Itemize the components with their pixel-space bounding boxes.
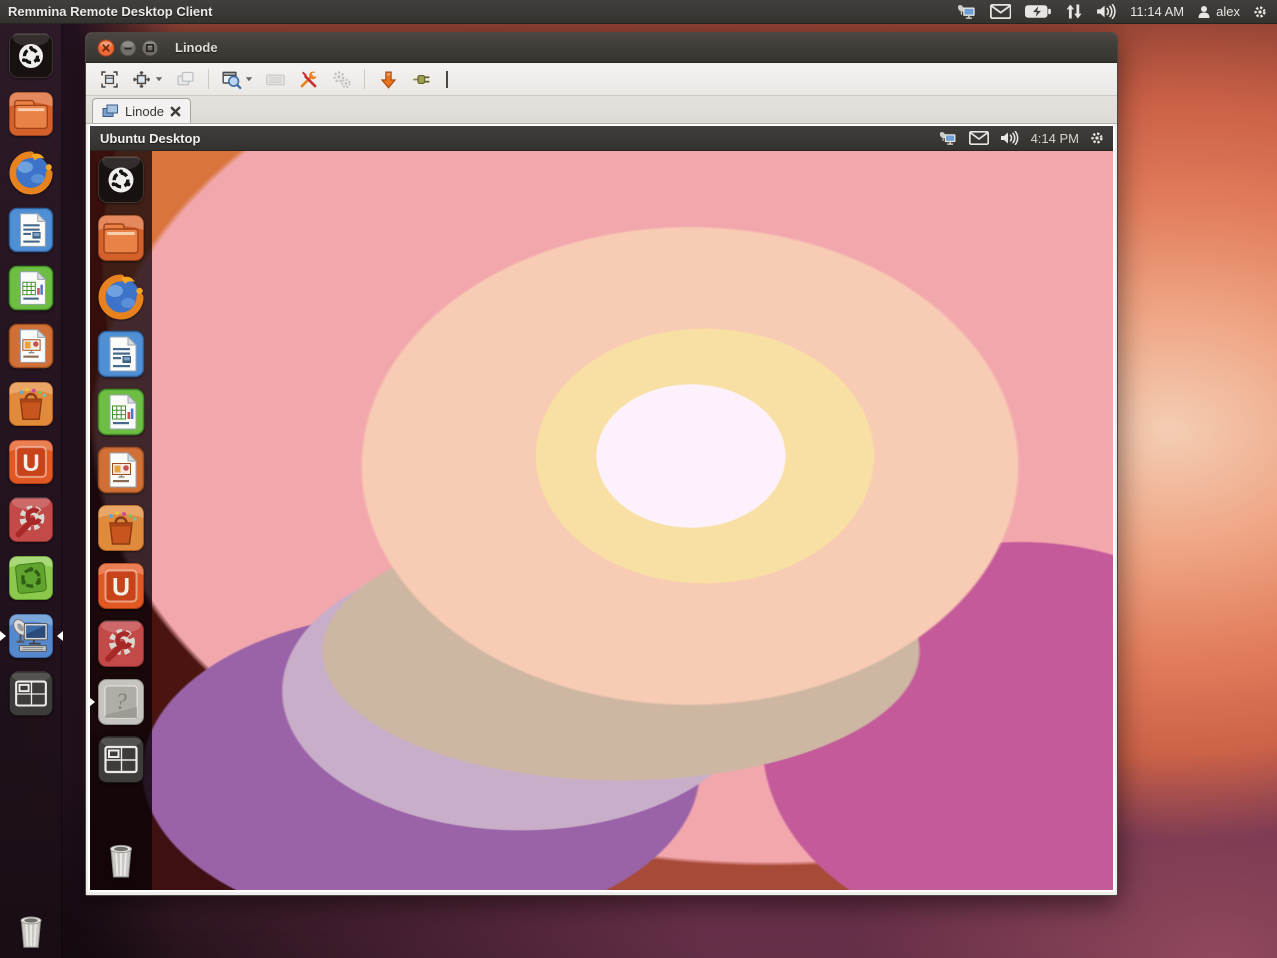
toolbar-preferences-button[interactable] [326,66,356,93]
toolbar-grab-keyboard-button[interactable] [260,66,290,93]
launcher-item-ubuntu-one[interactable]: U [97,562,145,610]
mail-icon[interactable] [990,4,1011,19]
launcher-item-libreoffice-writer[interactable] [97,330,145,378]
remmina-window: Linode Linode Ubuntu Desktop 4:14 PM U? [85,32,1118,896]
remote-launcher-list: U? [90,151,152,784]
mail-icon[interactable] [969,131,989,145]
launcher-item-ubuntu-dash[interactable] [97,156,145,204]
remmina-indicator-icon[interactable] [939,131,957,145]
volume-icon[interactable] [1000,131,1020,145]
toolbar-fullscreen-button[interactable] [94,66,124,93]
disconnect-icon [411,69,432,90]
launcher-item-workspace-switcher[interactable] [97,736,145,784]
tab-close-icon[interactable] [170,106,181,117]
launcher-item-system-settings[interactable] [8,497,54,543]
toolbar-scaled-mode-button[interactable] [217,66,257,93]
host-clock-indicator[interactable]: 11:14 AM [1130,4,1184,19]
remote-tray [939,131,1019,145]
tab-label: Linode [125,104,164,119]
preferences-icon [331,69,352,90]
launcher-item-ubuntu-one[interactable]: U [8,439,54,485]
scaled-mode-icon [221,69,242,90]
host-launcher-list: U [0,24,61,717]
session-menu-icon[interactable] [1253,5,1267,19]
launcher-item-remmina[interactable] [8,613,54,659]
remote-clock-indicator[interactable]: 4:14 PM [1031,131,1079,146]
svg-text:U: U [112,574,130,602]
host-indicator-area: 11:14 AM alex [957,0,1277,23]
window-titlebar[interactable]: Linode [86,33,1117,63]
toolbar-minimize-to-tray-button[interactable] [373,66,403,93]
remote-panel-title: Ubuntu Desktop [90,131,200,146]
fullscreen-icon [99,69,120,90]
remote-connection-icon [102,104,119,118]
launcher-item-trash[interactable] [8,908,54,954]
battery-icon[interactable] [1024,4,1052,19]
remote-launcher: U? [90,151,152,890]
running-indicator-arrow [0,631,6,641]
launcher-item-home-folder[interactable] [8,91,54,137]
launcher-item-firefox[interactable] [97,272,145,320]
window-minimize-button[interactable] [119,39,137,57]
launcher-item-libreoffice-impress[interactable] [97,446,145,494]
launcher-item-ubuntu-software-center[interactable] [97,504,145,552]
tools-icon [298,69,319,90]
launcher-item-workspace-switcher[interactable] [8,671,54,717]
username-label: alex [1216,4,1240,19]
host-launcher: U [0,24,62,958]
launcher-item-firefox[interactable] [8,149,54,195]
toolbar-tools-button[interactable] [293,66,323,93]
host-top-panel: Remmina Remote Desktop Client 11:14 AM a… [0,0,1277,24]
toolbar-separator [208,69,209,89]
screen: { "colors": { "ubuntu_orange": "#dd4814"… [0,0,1277,958]
svg-text:U: U [22,450,39,477]
window-controls [97,39,159,57]
launcher-item-libreoffice-calc[interactable] [97,388,145,436]
launcher-item-system-settings[interactable] [97,620,145,668]
dropdown-caret-icon [155,76,163,82]
remote-indicator-area: 4:14 PM [939,126,1113,150]
toolbar-switch-tab-button[interactable] [170,66,200,93]
user-menu[interactable]: alex [1197,4,1240,19]
autofit-icon [131,69,152,90]
launcher-item-libreoffice-calc[interactable] [8,265,54,311]
launcher-item-ubuntu-dash[interactable] [8,33,54,79]
window-title: Linode [175,40,218,55]
window-close-button[interactable] [97,39,115,57]
volume-icon[interactable] [1096,4,1117,19]
remote-launcher-item-trash[interactable] [97,836,145,884]
remote-viewport: Ubuntu Desktop 4:14 PM U? [88,124,1115,892]
svg-text:?: ? [115,689,127,714]
text-cursor [446,71,448,88]
tab-bar: Linode [86,96,1117,124]
network-traffic-icon[interactable] [1065,4,1083,19]
grab-keyboard-icon [265,69,286,90]
window-maximize-button[interactable] [141,39,159,57]
toolbar-autofit-button[interactable] [127,66,167,93]
launcher-item-ubuntu-software-center[interactable] [8,381,54,427]
remote-session-menu-icon[interactable] [1090,131,1104,145]
running-indicator-arrow [90,697,95,707]
launcher-item-libreoffice-impress[interactable] [8,323,54,369]
remote-top-panel: Ubuntu Desktop 4:14 PM [90,126,1113,151]
minimize-to-tray-icon [378,69,399,90]
launcher-item-home-folder[interactable] [97,214,145,262]
toolbar-disconnect-button[interactable] [406,66,436,93]
focused-indicator-arrow [57,631,63,641]
remote-desktop[interactable]: Ubuntu Desktop 4:14 PM U? [90,126,1113,890]
toolbar-separator [364,69,365,89]
remmina-toolbar [86,63,1117,96]
launcher-item-ubuntu-green-app[interactable] [8,555,54,601]
remmina-indicator-icon[interactable] [957,4,976,19]
launcher-item-libreoffice-writer[interactable] [8,207,54,253]
user-icon [1197,5,1211,19]
switch-tab-icon [175,69,196,90]
tab-linode[interactable]: Linode [92,98,191,123]
host-tray [957,4,1117,19]
launcher-item-unknown-app[interactable]: ? [97,678,145,726]
dropdown-caret-icon [245,76,253,82]
panel-app-title: Remmina Remote Desktop Client [0,4,212,19]
